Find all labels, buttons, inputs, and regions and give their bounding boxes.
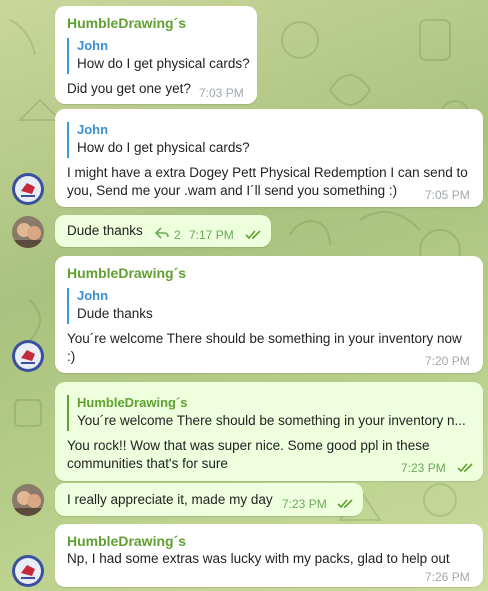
avatar-user[interactable]: [12, 484, 44, 516]
sender-name[interactable]: HumbleDrawing´s: [67, 265, 186, 281]
message-outgoing-6[interactable]: I really appreciate it, made my day 7:23…: [55, 483, 363, 516]
replies-count[interactable]: 2: [174, 228, 181, 242]
message-incoming-2[interactable]: John How do I get physical cards? I migh…: [55, 109, 483, 207]
message-text-line-1: You´re welcome There should be something…: [67, 331, 462, 346]
message-text: Did you get one yet?: [67, 81, 191, 96]
reply-author: John: [77, 122, 109, 137]
reply-text: You´re welcome There should be something…: [77, 413, 466, 428]
sender-name[interactable]: HumbleDrawing´s: [67, 533, 186, 549]
message-outgoing-5[interactable]: HumbleDrawing´s You´re welcome There sho…: [55, 382, 483, 481]
sender-name[interactable]: HumbleDrawing´s: [67, 15, 186, 31]
message-time: 7:23 PM: [282, 497, 327, 511]
reply-text: How do I get physical cards?: [77, 140, 250, 155]
reply-text: How do I get physical cards?: [77, 56, 250, 71]
message-time: 7:03 PM: [199, 86, 244, 100]
avatar-user[interactable]: [12, 216, 44, 248]
message-text-line-2: you, Send me your .wam and I´ll send you…: [67, 183, 398, 198]
reply-preview[interactable]: HumbleDrawing´s You´re welcome There sho…: [67, 395, 477, 431]
read-checkmarks-icon: [245, 230, 261, 240]
message-time: 7:26 PM: [425, 570, 470, 584]
message-text: Dude thanks: [67, 223, 143, 238]
avatar-humbledrawings[interactable]: [12, 173, 44, 205]
message-text-line-2: :): [67, 349, 76, 364]
message-text: I really appreciate it, made my day: [67, 492, 273, 507]
message-incoming-1[interactable]: HumbleDrawing´s John How do I get physic…: [55, 6, 257, 104]
message-outgoing-3[interactable]: Dude thanks 2 7:17 PM: [55, 215, 271, 247]
reply-author: HumbleDrawing´s: [77, 395, 188, 410]
message-text-line-1: I might have a extra Dogey Pett Physical…: [67, 165, 468, 180]
message-text-line-2: communities that's for sure: [67, 456, 228, 471]
reply-arrow-icon[interactable]: [155, 227, 169, 239]
read-checkmarks-icon: [457, 463, 473, 473]
avatar-image: [12, 484, 44, 516]
reply-preview[interactable]: John How do I get physical cards?: [67, 38, 257, 74]
message-time: 7:20 PM: [425, 354, 470, 368]
message-text: Np, I had some extras was lucky with my …: [67, 551, 450, 566]
message-incoming-7[interactable]: HumbleDrawing´s Np, I had some extras wa…: [55, 524, 483, 587]
reply-author: John: [77, 288, 109, 303]
message-incoming-4[interactable]: HumbleDrawing´s John Dude thanks You´re …: [55, 256, 483, 373]
message-time: 7:17 PM: [189, 228, 234, 242]
reply-text: Dude thanks: [77, 306, 153, 321]
avatar-image: [12, 173, 44, 205]
read-checkmarks-icon: [337, 499, 353, 509]
message-time: 7:23 PM: [401, 461, 446, 475]
avatar-image: [12, 555, 44, 587]
avatar-image: [12, 340, 44, 372]
avatar-humbledrawings[interactable]: [12, 555, 44, 587]
message-text-line-1: You rock!! Wow that was super nice. Some…: [67, 438, 430, 453]
reply-author: John: [77, 38, 109, 53]
reply-preview[interactable]: John How do I get physical cards?: [67, 122, 277, 158]
avatar-humbledrawings[interactable]: [12, 340, 44, 372]
avatar-image: [12, 216, 44, 248]
message-time: 7:05 PM: [425, 188, 470, 202]
reply-preview[interactable]: John Dude thanks: [67, 288, 257, 324]
